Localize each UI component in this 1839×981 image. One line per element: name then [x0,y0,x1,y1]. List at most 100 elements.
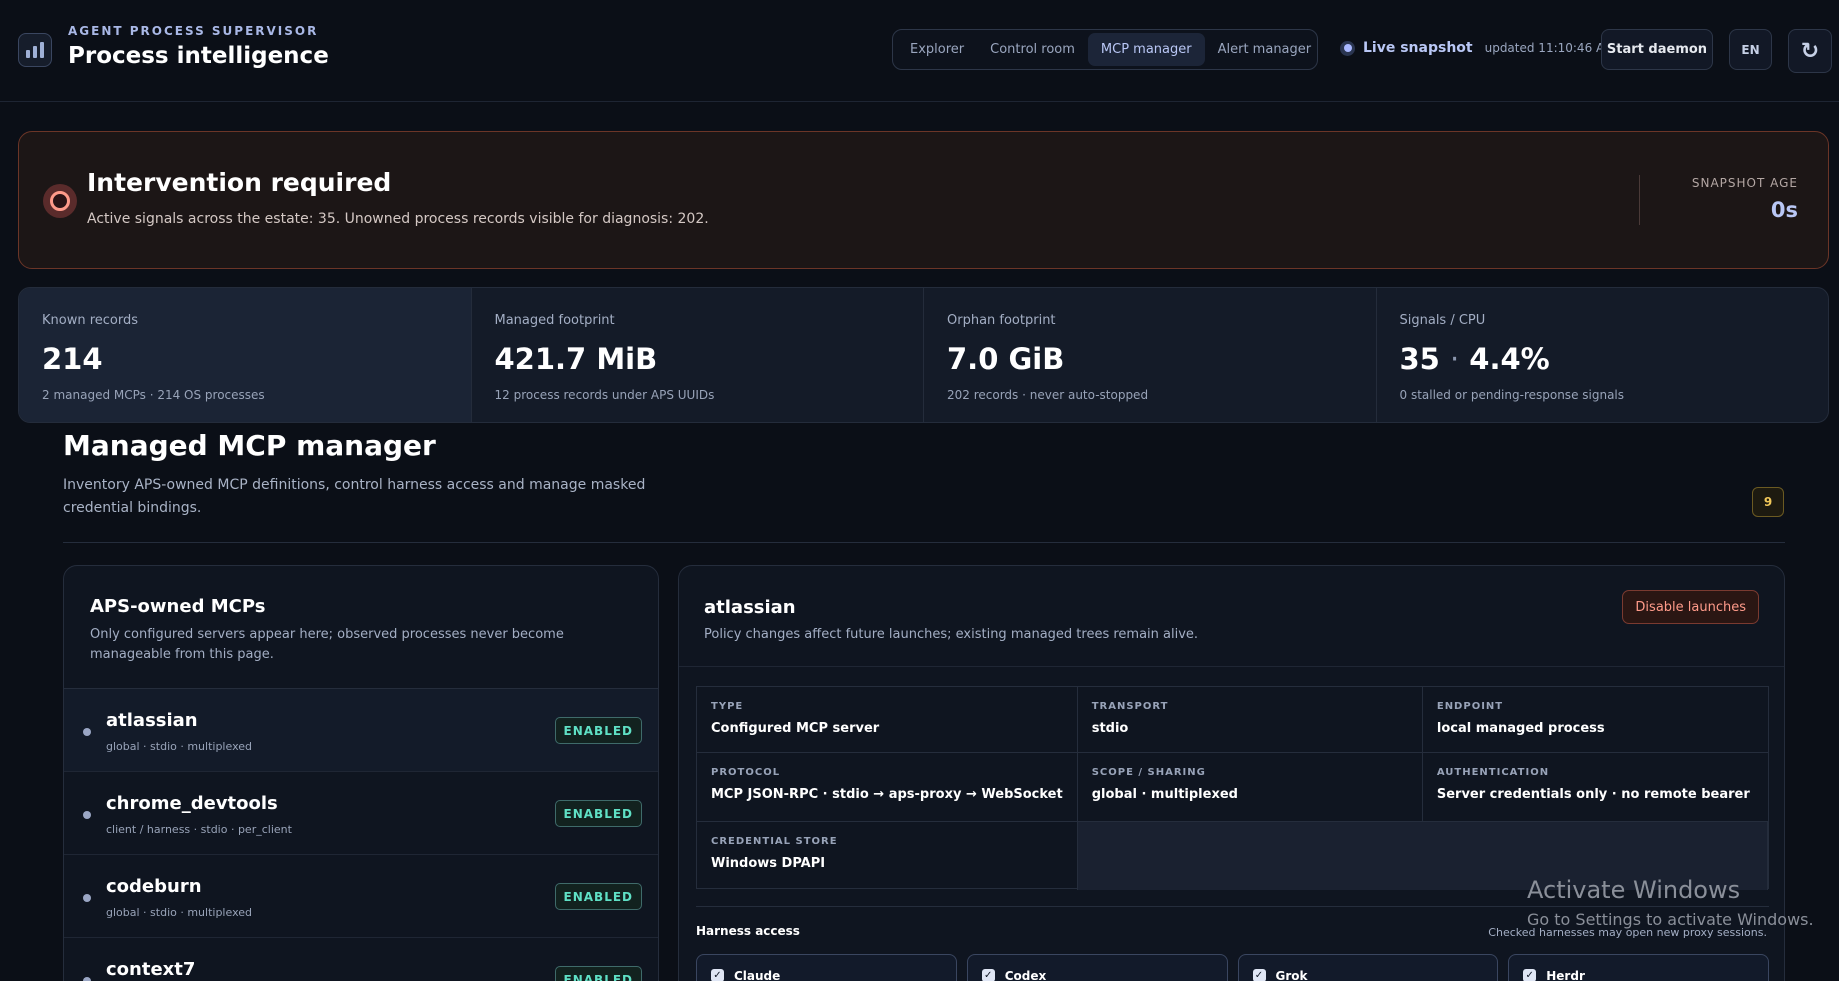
snapshot-age-value: 0s [1770,198,1798,222]
harness-label: Codex [1004,969,1047,981]
harness-note: Checked harnesses may open new proxy ses… [1488,926,1767,939]
stat-label: Orphan footprint [947,313,1056,328]
mcp-name: chrome_devtools [106,793,278,814]
harness-title: Harness access [696,924,800,938]
live-dot-icon [1340,40,1355,56]
detail-fields: TYPE Configured MCP server TRANSPORT std… [696,686,1769,890]
stat-sub: 0 stalled or pending-response signals [1399,388,1625,402]
field-value: Server credentials only · no remote bear… [1436,787,1750,802]
alert-icon [43,184,77,218]
stat-value: 214 [42,342,103,376]
mcp-list-panel: APS-owned MCPs Only configured servers a… [63,565,659,981]
field-type: TYPE Configured MCP server [697,687,1078,753]
checkbox-checked-icon[interactable]: ✓ [711,969,724,981]
field-value: MCP JSON-RPC · stdio → aps-proxy → WebSo… [711,787,1063,802]
snapshot-age-label: SNAPSHOT AGE [1691,176,1798,190]
checkbox-checked-icon[interactable]: ✓ [981,969,995,981]
field-value: stdio [1091,721,1129,736]
tab-alert-manager[interactable]: Alert manager [1205,33,1325,66]
mcp-meta: client / harness · stdio · per_client [106,823,292,836]
live-status: Live snapshot updated 11:10:46 AM [1340,40,1615,56]
field-credential-store: CREDENTIAL STORE Windows DPAPI [697,822,1078,890]
harness-label: Grok [1275,969,1308,981]
app-title: Process intelligence [68,43,329,69]
stat-managed-footprint[interactable]: Managed footprint 421.7 MiB 12 process r… [472,288,924,422]
top-bar: AGENT PROCESS SUPERVISOR Process intelli… [0,0,1839,102]
intervention-alert: Intervention required Active signals acr… [18,131,1829,269]
stat-known-records[interactable]: Known records 214 2 managed MCPs · 214 O… [19,288,472,422]
value-separator: · [1449,342,1460,376]
detail-description: Policy changes affect future launches; e… [704,627,1199,642]
field-label: PROTOCOL [711,767,781,778]
status-badge: ENABLED [554,883,642,910]
harness-divider [696,906,1769,907]
signals-count: 35 [1399,342,1440,376]
field-value: Windows DPAPI [711,856,826,871]
list-item[interactable]: codeburn global · stdio · multiplexed EN… [64,855,658,938]
field-label: AUTHENTICATION [1436,767,1550,778]
list-item[interactable]: context7 ENABLED [64,938,658,981]
harness-grok-checkbox[interactable]: ✓ Grok [1237,954,1499,981]
stat-value: 421.7 MiB [494,342,658,376]
refresh-icon[interactable]: ↻ [1788,29,1832,73]
detail-title: atlassian [704,597,796,618]
alert-divider [1639,175,1640,225]
stat-orphan-footprint[interactable]: Orphan footprint 7.0 GiB 202 records · n… [924,288,1377,422]
empty-cell [1077,822,1768,890]
status-badge: ENABLED [554,717,642,744]
field-value: local managed process [1436,721,1605,736]
disable-launches-button[interactable]: Disable launches [1622,590,1759,624]
field-protocol: PROTOCOL MCP JSON-RPC · stdio → aps-prox… [697,753,1078,822]
harness-claude-checkbox[interactable]: ✓ Claude [696,954,957,981]
field-scope-sharing: SCOPE / SHARING global · multiplexed [1077,753,1423,822]
language-button[interactable]: EN [1729,29,1772,70]
panel-description: Only configured servers appear here; obs… [90,627,564,662]
checkbox-checked-icon[interactable]: ✓ [1252,969,1266,981]
status-dot-icon [83,894,91,902]
tab-explorer[interactable]: Explorer [897,33,977,66]
status-badge: ENABLED [554,800,642,827]
alert-title: Intervention required [87,168,392,197]
status-dot-icon [83,728,91,736]
field-label: SCOPE / SHARING [1091,767,1206,778]
chart-bars-icon [18,33,52,67]
field-label: TYPE [711,701,744,712]
cpu-percent: 4.4% [1469,342,1550,376]
mcp-name: codeburn [106,876,202,897]
field-endpoint: ENDPOINT local managed process [1422,687,1768,753]
list-item[interactable]: chrome_devtools client / harness · stdio… [64,772,658,855]
harness-options: ✓ Claude ✓ Codex ✓ Grok ✓ Herdr [696,954,1769,981]
mcp-meta: global · stdio · multiplexed [106,740,252,753]
section-description: Inventory APS-owned MCP definitions, con… [63,477,646,516]
field-transport: TRANSPORT stdio [1077,687,1423,753]
stat-value: 35 · 4.4% [1400,342,1806,376]
field-label: CREDENTIAL STORE [711,836,838,847]
mcp-meta: global · stdio · multiplexed [106,906,252,919]
tab-mcp-manager[interactable]: MCP manager [1087,33,1205,66]
stat-sub: 2 managed MCPs · 214 OS processes [42,388,265,402]
mcp-detail-panel: atlassian Policy changes affect future l… [678,565,1785,981]
status-dot-icon [83,811,91,819]
list-item[interactable]: atlassian global · stdio · multiplexed E… [64,689,658,772]
harness-codex-checkbox[interactable]: ✓ Codex [966,954,1228,981]
updated-timestamp: updated 11:10:46 AM [1484,41,1615,55]
status-badge: ENABLED [554,966,642,981]
panel-title: APS-owned MCPs [90,596,266,617]
checkbox-checked-icon[interactable]: ✓ [1523,969,1537,981]
stat-label: Known records [42,313,139,328]
field-value: global · multiplexed [1091,787,1238,802]
stat-value: 7.0 GiB [947,342,1065,376]
stat-signals-cpu[interactable]: Signals / CPU 35 · 4.4% 0 stalled or pen… [1377,288,1829,422]
alert-text: Active signals across the estate: 35. Un… [87,211,709,227]
count-badge: 9 [1752,487,1784,517]
field-value: Configured MCP server [711,721,880,736]
section-divider [63,542,1785,543]
main-nav: Explorer Control room MCP manager Alert … [892,29,1318,70]
stat-sub: 202 records · never auto-stopped [947,388,1149,402]
mcp-name: atlassian [106,710,198,731]
section-title: Managed MCP manager [63,429,436,462]
start-daemon-button[interactable]: Start daemon [1601,29,1713,70]
harness-label: Claude [734,969,781,981]
tab-control-room[interactable]: Control room [977,33,1088,66]
harness-herdr-checkbox[interactable]: ✓ Herdr [1508,954,1769,981]
